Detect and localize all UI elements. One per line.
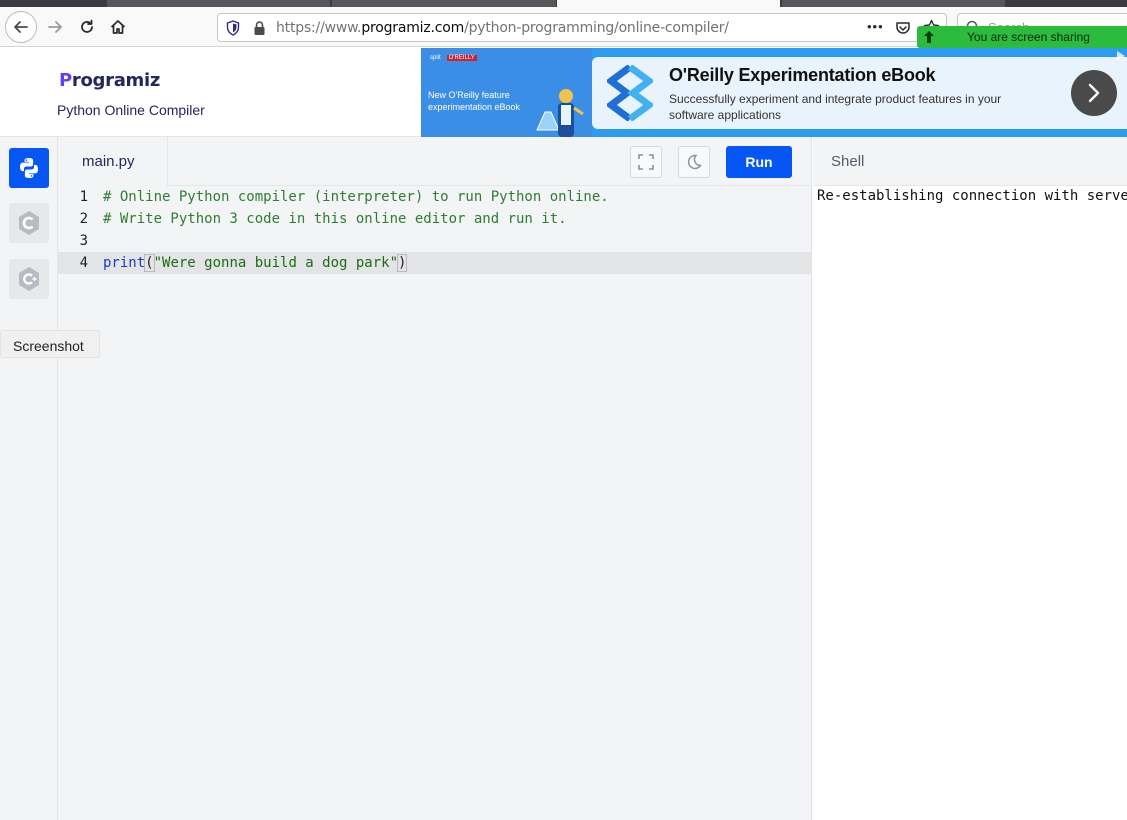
line-number: 3 bbox=[79, 233, 88, 249]
python-icon bbox=[20, 158, 38, 178]
code-line-active[interactable]: 4 print("Were gonna build a dog park") bbox=[58, 252, 812, 274]
language-c-button[interactable] bbox=[9, 203, 49, 243]
fullscreen-icon bbox=[638, 154, 654, 170]
code-line[interactable]: 1 # Online Python compiler (interpreter)… bbox=[58, 186, 812, 208]
screen-sharing-text: You are screen sharing bbox=[967, 30, 1090, 44]
reload-button[interactable] bbox=[72, 12, 102, 42]
code-string: "Were gonna build a dog park" bbox=[153, 255, 399, 271]
code-editor[interactable]: 1 # Online Python compiler (interpreter)… bbox=[58, 186, 812, 274]
home-icon bbox=[110, 20, 126, 34]
code-line[interactable]: 3 bbox=[58, 230, 812, 252]
back-arrow-icon bbox=[14, 21, 28, 33]
ad-left-panel: split O'REILLY New O'Reilly feature exper… bbox=[421, 48, 592, 137]
ad-split-logo-icon bbox=[607, 65, 653, 121]
code-paren-close: ) bbox=[396, 254, 408, 272]
adchoices-icon[interactable] bbox=[1115, 50, 1127, 62]
line-number: 4 bbox=[79, 255, 88, 271]
screen-share-icon bbox=[924, 31, 934, 43]
browser-tab[interactable] bbox=[107, 0, 330, 7]
code-line[interactable]: 2 # Write Python 3 code in this online e… bbox=[58, 208, 812, 230]
code-comment[interactable]: # Write Python 3 code in this online edi… bbox=[103, 208, 567, 230]
language-cpp-button[interactable] bbox=[9, 259, 49, 299]
ad-description: Successfully experiment and integrate pr… bbox=[669, 92, 1002, 122]
programiz-logo[interactable]: Programiz bbox=[59, 70, 160, 91]
ad-card[interactable]: O'Reilly Experimentation eBook Successfu… bbox=[592, 57, 1127, 129]
forward-arrow-icon bbox=[48, 21, 62, 33]
language-python-button[interactable] bbox=[9, 148, 49, 188]
moon-icon bbox=[687, 154, 702, 170]
home-button[interactable] bbox=[103, 12, 133, 42]
screen-sharing-indicator[interactable]: You are screen sharing bbox=[917, 26, 1127, 48]
language-sidebar bbox=[0, 137, 58, 820]
browser-tab-active[interactable] bbox=[557, 0, 780, 7]
shell-title: Shell bbox=[813, 137, 1127, 186]
file-tab[interactable]: main.py bbox=[58, 137, 168, 186]
reload-icon bbox=[81, 19, 93, 33]
browser-tab-strip bbox=[0, 0, 1127, 7]
lock-icon[interactable] bbox=[253, 20, 266, 36]
shell-output[interactable]: Re-establishing connection with serve bbox=[817, 188, 1127, 204]
shell-pane: Shell Re-establishing connection with se… bbox=[813, 137, 1127, 820]
editor-pane: main.py Run 1 # Online Python compiler (… bbox=[58, 137, 812, 820]
line-number: 2 bbox=[79, 211, 88, 227]
ad-brand: split O'REILLY bbox=[430, 55, 477, 61]
ad-next-button[interactable] bbox=[1071, 70, 1117, 116]
url-text[interactable]: https://www.programiz.com/python-program… bbox=[276, 20, 729, 36]
browser-tab[interactable] bbox=[782, 0, 1005, 7]
back-button[interactable] bbox=[5, 11, 37, 43]
advertisement-banner[interactable]: split O'REILLY New O'Reilly feature exper… bbox=[421, 48, 1127, 137]
browser-tab[interactable] bbox=[332, 0, 556, 7]
ad-person-illustration bbox=[536, 89, 584, 137]
code-statement[interactable]: print("Were gonna build a dog park") bbox=[103, 252, 408, 274]
line-number: 1 bbox=[79, 189, 88, 205]
forward-button[interactable] bbox=[40, 12, 70, 42]
run-button[interactable]: Run bbox=[726, 146, 792, 178]
page-actions-menu[interactable]: ••• bbox=[867, 19, 884, 34]
ad-left-text: New O'Reilly feature experimentation eBo… bbox=[428, 90, 521, 112]
cpp-language-icon bbox=[19, 267, 39, 291]
page-title: Python Online Compiler bbox=[57, 102, 205, 118]
tracking-shield-icon[interactable] bbox=[226, 20, 240, 36]
c-language-icon bbox=[19, 211, 39, 235]
code-comment[interactable]: # Online Python compiler (interpreter) t… bbox=[103, 186, 609, 208]
ad-title: O'Reilly Experimentation eBook bbox=[669, 65, 936, 85]
editor-toolbar: main.py Run bbox=[58, 137, 812, 186]
screenshot-tooltip: Screenshot bbox=[0, 330, 100, 358]
chevron-right-icon bbox=[1088, 83, 1100, 103]
dark-mode-toggle[interactable] bbox=[678, 146, 710, 178]
fullscreen-button[interactable] bbox=[630, 146, 662, 178]
address-bar[interactable]: https://www.programiz.com/python-program… bbox=[217, 13, 947, 42]
code-keyword: print bbox=[103, 255, 146, 271]
code-paren-open: ( bbox=[144, 254, 155, 272]
pocket-icon[interactable] bbox=[895, 20, 911, 36]
